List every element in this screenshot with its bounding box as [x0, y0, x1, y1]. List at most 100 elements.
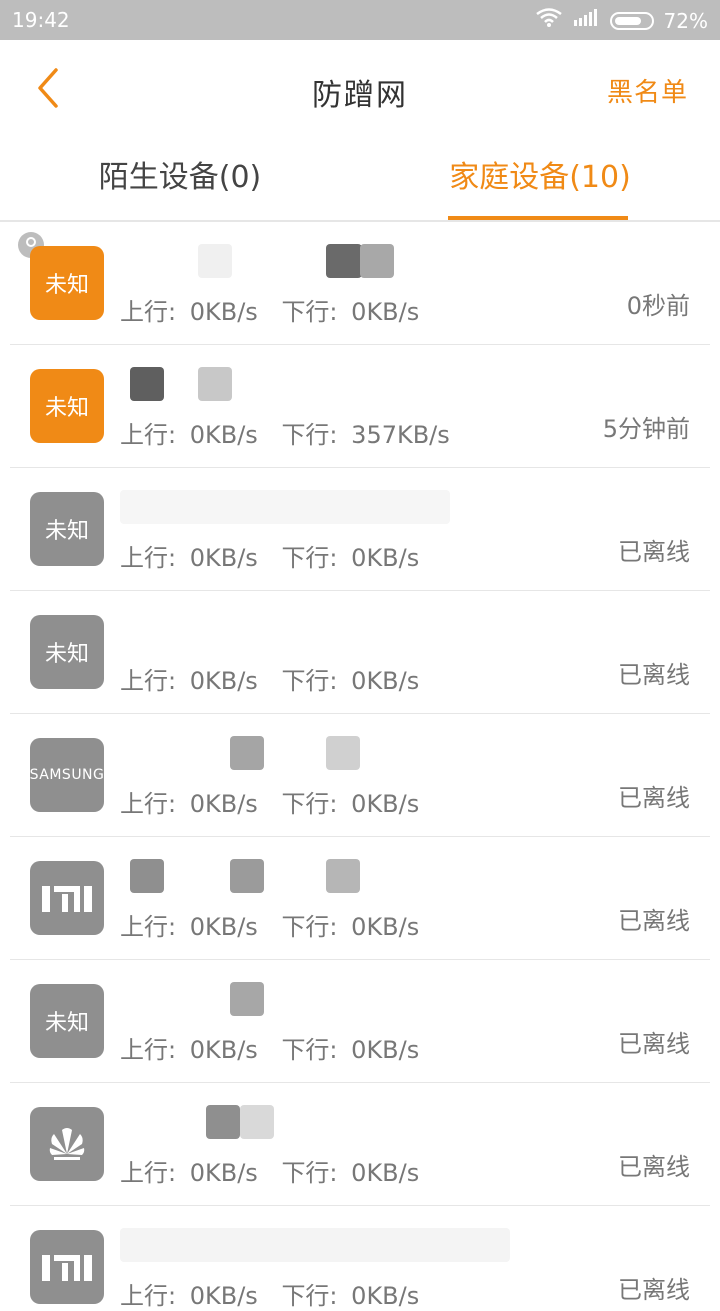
up-label: 上行: — [120, 667, 177, 695]
blacklist-button[interactable]: 黑名单 — [607, 72, 688, 109]
last-seen: 已离线 — [618, 1153, 690, 1181]
up-label: 上行: — [120, 544, 177, 572]
up-label: 上行: — [120, 790, 177, 818]
battery-percent: 72% — [663, 8, 708, 33]
up-value: 0KB/s — [189, 421, 258, 449]
device-icon — [30, 861, 104, 935]
device-icon: 未知 — [30, 615, 104, 689]
last-seen: 已离线 — [618, 538, 690, 566]
samsung-logo: SAMSUNG — [29, 767, 105, 783]
down-label: 下行: — [281, 298, 338, 326]
list-item[interactable]: 未知 上行: 0KB/s 下行: 0KB/s 已离线 — [10, 591, 710, 714]
down-label: 下行: — [281, 667, 338, 695]
up-value: 0KB/s — [189, 790, 258, 818]
up-value: 0KB/s — [189, 544, 258, 572]
list-item[interactable]: 未知 上行: 0KB/s 下行: 357KB/s 5分钟前 — [10, 345, 710, 468]
device-icon: 未知 — [30, 984, 104, 1058]
last-seen: 0秒前 — [626, 292, 690, 320]
status-time: 19:42 — [12, 8, 70, 32]
list-item[interactable]: 上行: 0KB/s 下行: 0KB/s 已离线 — [10, 1083, 710, 1206]
device-list: 未知 上行: 0KB/s 下行: 0KB/s 0秒前 未知 上行: 0KB/s — [0, 222, 720, 1310]
down-label: 下行: — [281, 1036, 338, 1064]
up-value: 0KB/s — [189, 1036, 258, 1064]
device-icon-label: 未知 — [44, 396, 89, 421]
down-label: 下行: — [281, 913, 338, 941]
down-value: 0KB/s — [351, 1036, 420, 1064]
list-item[interactable]: SAMSUNG 上行: 0KB/s 下行: 0KB/s 已离线 — [10, 714, 710, 837]
down-value: 0KB/s — [351, 298, 420, 326]
traffic-line: 上行: 0KB/s 下行: 0KB/s — [120, 538, 419, 573]
device-name-redacted — [120, 982, 500, 1026]
up-label: 上行: — [120, 1036, 177, 1064]
up-label: 上行: — [120, 421, 177, 449]
traffic-line: 上行: 0KB/s 下行: 0KB/s — [120, 907, 419, 942]
signal-icon — [572, 8, 600, 33]
device-icon — [30, 1230, 104, 1304]
device-name-redacted — [120, 1105, 500, 1149]
last-seen: 已离线 — [618, 907, 690, 935]
up-value: 0KB/s — [189, 298, 258, 326]
list-item[interactable]: 未知 上行: 0KB/s 下行: 0KB/s 已离线 — [10, 960, 710, 1083]
top-bar: 防蹭网 黑名单 — [0, 40, 720, 136]
up-label: 上行: — [120, 1282, 177, 1310]
down-label: 下行: — [281, 544, 338, 572]
up-value: 0KB/s — [189, 667, 258, 695]
traffic-line: 上行: 0KB/s 下行: 0KB/s — [120, 292, 419, 327]
xiaomi-logo-icon — [42, 886, 92, 912]
traffic-line: 上行: 0KB/s 下行: 0KB/s — [120, 661, 419, 696]
list-item[interactable]: 上行: 0KB/s 下行: 0KB/s 已离线 — [10, 1206, 710, 1310]
up-value: 0KB/s — [189, 913, 258, 941]
status-right: 72% — [535, 8, 708, 33]
down-label: 下行: — [281, 1282, 338, 1310]
last-seen: 5分钟前 — [602, 415, 690, 443]
down-label: 下行: — [281, 790, 338, 818]
device-icon: 未知 — [30, 369, 104, 443]
down-value: 0KB/s — [351, 667, 420, 695]
device-name-redacted — [120, 244, 500, 288]
last-seen: 已离线 — [618, 661, 690, 689]
list-item[interactable]: 上行: 0KB/s 下行: 0KB/s 已离线 — [10, 837, 710, 960]
list-item[interactable]: 未知 上行: 0KB/s 下行: 0KB/s 已离线 — [10, 468, 710, 591]
down-value: 0KB/s — [351, 913, 420, 941]
huawei-logo-icon — [49, 1128, 85, 1160]
traffic-line: 上行: 0KB/s 下行: 357KB/s — [120, 415, 450, 450]
down-value: 0KB/s — [351, 790, 420, 818]
device-name-redacted — [120, 859, 500, 903]
device-icon-label: 未知 — [44, 642, 89, 667]
last-seen: 已离线 — [618, 784, 690, 812]
device-icon-label: 未知 — [44, 273, 89, 298]
down-label: 下行: — [281, 1159, 338, 1187]
device-icon-label: 未知 — [44, 519, 89, 544]
device-icon: 未知 — [30, 246, 104, 320]
device-icon — [30, 1107, 104, 1181]
down-value: 0KB/s — [351, 544, 420, 572]
down-label: 下行: — [281, 421, 338, 449]
last-seen: 已离线 — [618, 1276, 690, 1304]
traffic-line: 上行: 0KB/s 下行: 0KB/s — [120, 1276, 419, 1311]
battery-icon — [609, 11, 654, 30]
device-name-redacted — [120, 367, 500, 411]
up-value: 0KB/s — [189, 1282, 258, 1310]
down-value: 0KB/s — [351, 1159, 420, 1187]
up-label: 上行: — [120, 1159, 177, 1187]
status-bar: 19:42 72% — [0, 0, 720, 40]
tab-underline — [448, 216, 628, 220]
down-value: 357KB/s — [351, 421, 450, 449]
traffic-line: 上行: 0KB/s 下行: 0KB/s — [120, 784, 419, 819]
up-label: 上行: — [120, 298, 177, 326]
device-icon: SAMSUNG — [30, 738, 104, 812]
up-value: 0KB/s — [189, 1159, 258, 1187]
tab-strangers[interactable]: 陌生设备(0) — [0, 136, 360, 220]
device-icon: 未知 — [30, 492, 104, 566]
list-item[interactable]: 未知 上行: 0KB/s 下行: 0KB/s 0秒前 — [10, 222, 710, 345]
traffic-line: 上行: 0KB/s 下行: 0KB/s — [120, 1030, 419, 1065]
wifi-icon — [535, 8, 562, 33]
last-seen: 已离线 — [618, 1030, 690, 1058]
device-name-redacted — [120, 490, 500, 534]
tab-family[interactable]: 家庭设备(10) — [360, 136, 720, 220]
down-value: 0KB/s — [351, 1282, 420, 1310]
up-label: 上行: — [120, 913, 177, 941]
device-name-redacted — [120, 736, 500, 780]
tabs: 陌生设备(0) 家庭设备(10) — [0, 136, 720, 222]
device-name-redacted — [120, 613, 500, 657]
